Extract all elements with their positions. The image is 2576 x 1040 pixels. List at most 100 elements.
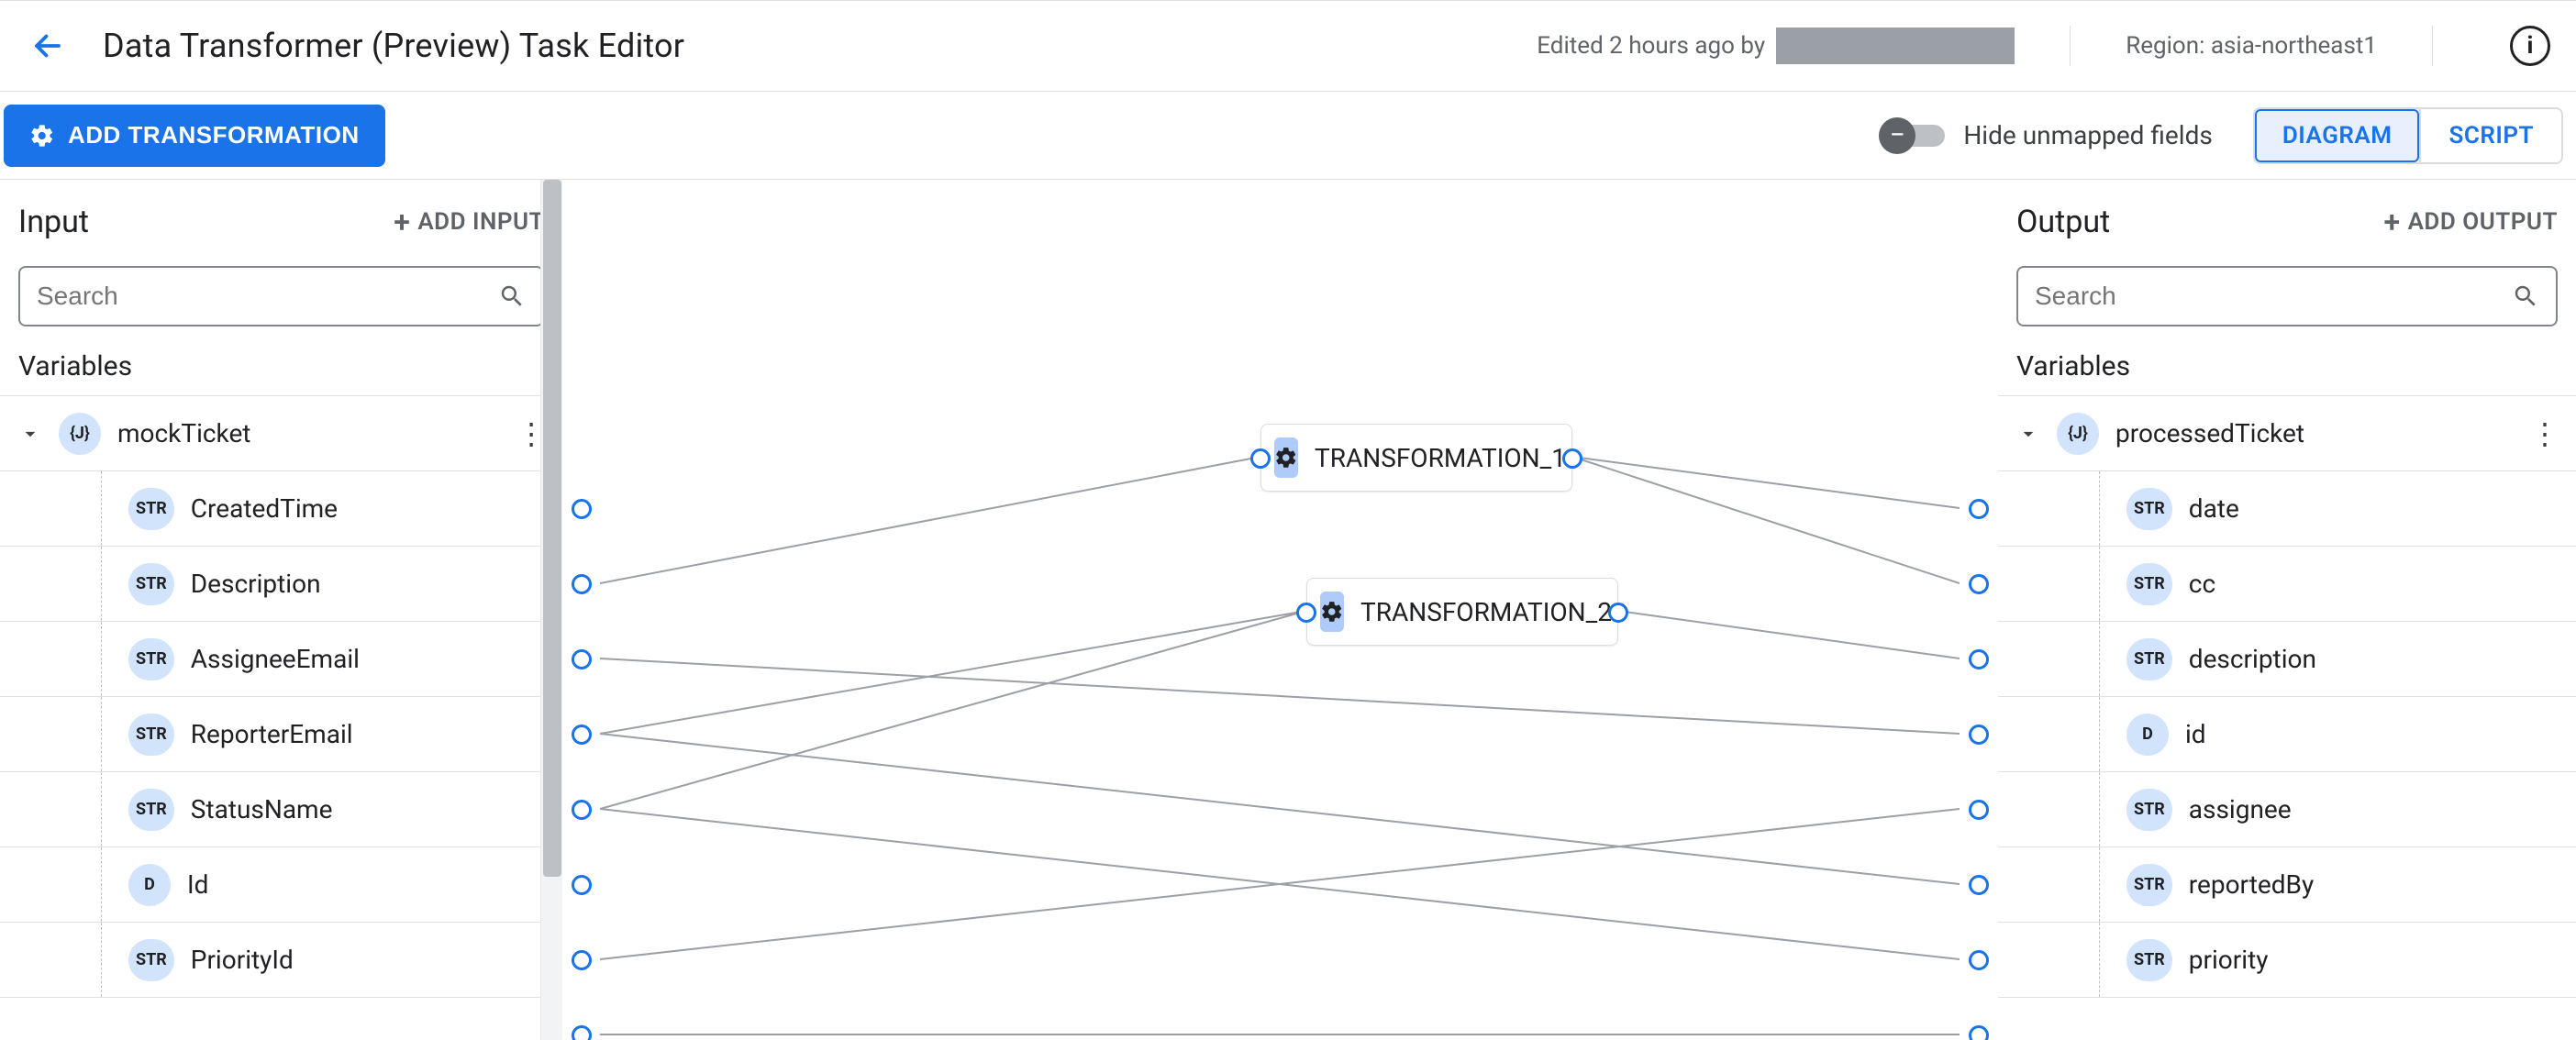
output-field-label: reportedBy <box>2189 869 2314 900</box>
input-field-label: StatusName <box>191 794 333 824</box>
output-title: Output <box>2016 204 2110 240</box>
switch-knob-off: − <box>1879 117 1915 154</box>
input-root-row[interactable]: {J} mockTicket ⋮ <box>0 396 562 471</box>
port[interactable] <box>572 725 592 745</box>
type-badge: STR <box>128 563 174 605</box>
type-badge-json: {J} <box>59 413 101 455</box>
port[interactable] <box>572 499 592 519</box>
output-field-row[interactable]: STRassignee <box>1998 772 2576 847</box>
type-badge: STR <box>128 488 174 530</box>
divider <box>2070 26 2071 66</box>
add-output-button[interactable]: + ADD OUTPUT <box>2383 207 2558 237</box>
output-search[interactable] <box>2016 266 2558 326</box>
tab-script[interactable]: SCRIPT <box>2419 109 2561 162</box>
port[interactable] <box>572 800 592 820</box>
edited-by: Edited 2 hours ago by <box>1537 28 2015 64</box>
add-input-button[interactable]: + ADD INPUT <box>394 207 544 237</box>
gear-icon <box>29 123 55 149</box>
port[interactable] <box>572 875 592 895</box>
port[interactable] <box>1969 950 1989 970</box>
input-panel: Input + ADD INPUT Variables {J} mockTick… <box>0 180 562 1040</box>
input-port-column <box>562 180 600 1040</box>
transformation-node[interactable]: TRANSFORMATION_2 <box>1306 578 1618 646</box>
port[interactable] <box>572 1025 592 1040</box>
toolbar: ADD TRANSFORMATION − Hide unmapped field… <box>0 92 2576 180</box>
type-badge: STR <box>2126 939 2172 981</box>
back-button[interactable] <box>26 24 70 68</box>
output-search-field[interactable] <box>2035 282 2501 311</box>
output-root-label: processedTicket <box>2115 418 2304 448</box>
output-field-row[interactable]: Did <box>1998 697 2576 772</box>
type-badge: STR <box>128 714 174 756</box>
tab-diagram[interactable]: DIAGRAM <box>2255 109 2420 162</box>
output-field-row[interactable]: STR priority <box>1998 923 2576 998</box>
user-redacted <box>1776 28 2015 64</box>
switch[interactable]: − <box>1879 117 1945 154</box>
output-field-label: date <box>2189 493 2239 524</box>
type-badge: STR <box>2126 864 2172 906</box>
output-field-label: priority <box>2189 945 2269 975</box>
input-field-row[interactable]: STR ReporterEmail <box>0 697 562 772</box>
divider <box>2432 26 2433 66</box>
port[interactable] <box>572 574 592 594</box>
port[interactable] <box>1969 1025 1989 1040</box>
input-search[interactable] <box>18 266 544 326</box>
type-badge: STR <box>2126 488 2172 530</box>
input-tree: {J} mockTicket ⋮ STRCreatedTime STR Descr… <box>0 395 562 998</box>
type-badge: D <box>2126 714 2169 756</box>
input-field-row[interactable]: STRCreatedTime <box>0 471 562 547</box>
port[interactable] <box>1969 574 1989 594</box>
scrollbar[interactable] <box>540 180 562 1040</box>
input-field-row[interactable]: STRAssigneeEmail <box>0 622 562 697</box>
info-button[interactable]: i <box>2510 26 2550 66</box>
node-output-port[interactable] <box>1608 603 1628 623</box>
input-field-row[interactable]: STR StatusName <box>0 772 562 847</box>
diagram-canvas[interactable]: TRANSFORMATION_1 TRANSFORMATION_2 <box>600 180 1960 1040</box>
output-field-label: assignee <box>2189 794 2292 824</box>
input-field-label: Description <box>191 569 321 599</box>
info-icon: i <box>2527 32 2534 60</box>
input-field-label: ReporterEmail <box>191 719 353 749</box>
node-output-port[interactable] <box>1562 448 1582 469</box>
input-field-row[interactable]: STRPriorityId <box>0 923 562 998</box>
output-panel: Output + ADD OUTPUT Variables {J} proces… <box>1998 180 2576 1040</box>
node-input-port[interactable] <box>1296 603 1316 623</box>
port[interactable] <box>1969 800 1989 820</box>
port[interactable] <box>1969 875 1989 895</box>
output-field-row[interactable]: STR date <box>1998 471 2576 547</box>
output-root-row[interactable]: {J} processedTicket ⋮ <box>1998 396 2576 471</box>
caret-down-icon <box>18 422 42 446</box>
input-field-label: PriorityId <box>191 945 294 975</box>
input-root-label: mockTicket <box>117 418 250 448</box>
output-field-row[interactable]: STRdescription <box>1998 622 2576 697</box>
port[interactable] <box>1969 499 1989 519</box>
type-badge: STR <box>128 789 174 831</box>
region-label: Region: asia-northeast1 <box>2126 32 2377 60</box>
add-transformation-label: ADD TRANSFORMATION <box>68 121 360 149</box>
node-input-port[interactable] <box>1250 448 1271 469</box>
node-label: TRANSFORMATION_1 <box>1315 443 1566 473</box>
minus-icon: − <box>1890 122 1905 149</box>
port[interactable] <box>1969 725 1989 745</box>
port[interactable] <box>1969 649 1989 669</box>
top-bar: Data Transformer (Preview) Task Editor E… <box>0 0 2576 92</box>
input-search-field[interactable] <box>37 282 487 311</box>
row-menu-button[interactable]: ⋮ <box>2530 416 2559 451</box>
add-transformation-button[interactable]: ADD TRANSFORMATION <box>4 105 385 167</box>
hide-unmapped-label: Hide unmapped fields <box>1963 120 2213 150</box>
output-field-row[interactable]: STR reportedBy <box>1998 847 2576 923</box>
input-field-row[interactable]: STR Description <box>0 547 562 622</box>
scrollbar-thumb[interactable] <box>543 180 561 877</box>
workspace: Input + ADD INPUT Variables {J} mockTick… <box>0 180 2576 1040</box>
hide-unmapped-toggle[interactable]: − Hide unmapped fields <box>1879 117 2213 154</box>
output-field-label: cc <box>2189 569 2215 599</box>
transformation-node[interactable]: TRANSFORMATION_1 <box>1260 424 1572 492</box>
connection-wires <box>600 180 1960 1040</box>
type-badge: STR <box>2126 563 2172 605</box>
output-field-row[interactable]: STR cc <box>1998 547 2576 622</box>
input-field-row[interactable]: DId <box>0 847 562 923</box>
port[interactable] <box>572 950 592 970</box>
arrow-left-icon <box>31 29 64 62</box>
port[interactable] <box>572 649 592 669</box>
input-variables-label: Variables <box>0 350 562 395</box>
